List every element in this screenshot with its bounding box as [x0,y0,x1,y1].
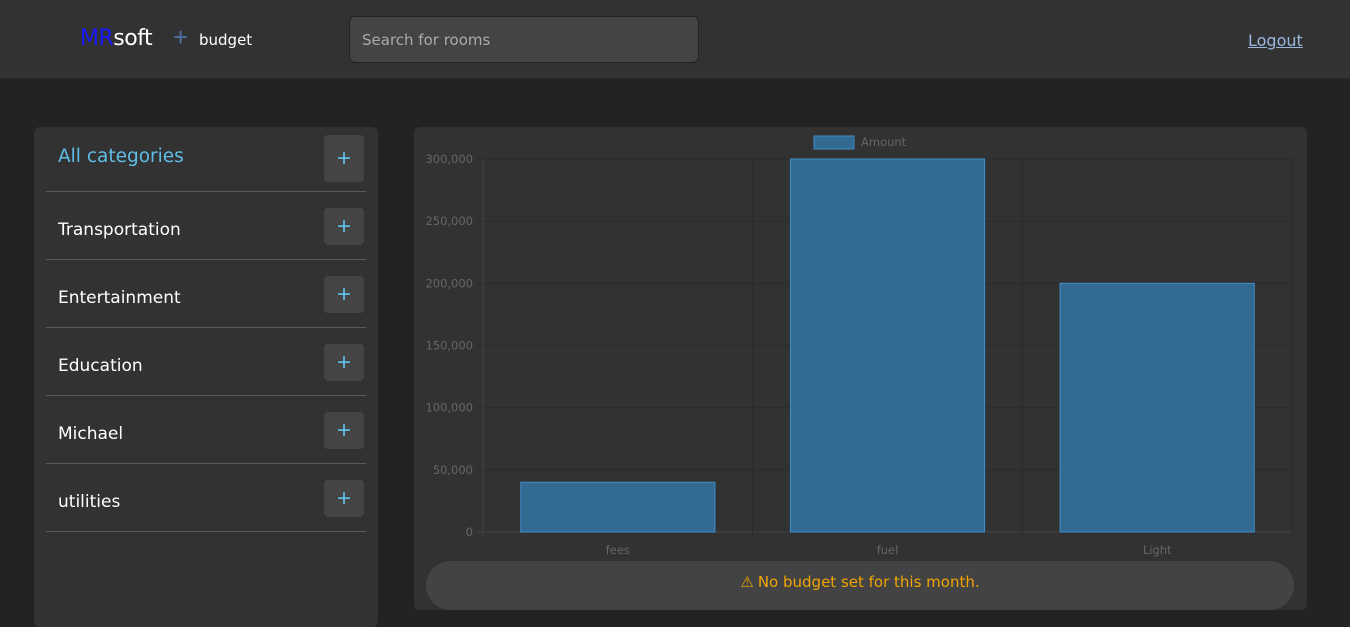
y-tick-label: 0 [466,525,473,539]
y-tick-label: 250,000 [425,214,473,228]
app-name: budget [199,31,253,49]
category-label: utilities [58,492,121,512]
category-label: Michael [58,424,124,444]
category-item-all[interactable]: All categories + [46,127,366,192]
category-label: Entertainment [58,288,181,308]
logo-soft: soft [113,26,153,51]
bar-fuel [789,158,986,533]
budget-notice: ⚠ No budget set for this month. [426,561,1294,610]
warning-icon: ⚠ [740,573,754,591]
category-item-transportation[interactable]: Transportation + [46,192,366,260]
add-expense-button[interactable]: + [324,412,364,449]
bar-fees [520,481,716,533]
category-label: Transportation [58,220,181,240]
bar-chart: 0 50,000 100,000 150,000 200,000 250,000 300,0… [425,135,1293,557]
y-tick-label: 100,000 [425,401,473,415]
y-tick-label: 200,000 [425,276,473,290]
category-item-michael[interactable]: Michael + [46,396,366,464]
top-navbar: MRsoft + budget Logout [0,0,1350,79]
x-tick-label: fees [606,543,630,557]
category-label: All categories [58,146,184,167]
x-tick-label: fuel [877,543,899,557]
bar-light [1059,282,1255,533]
y-tick-label: 50,000 [433,463,473,477]
search-input[interactable] [349,16,699,63]
logout-link[interactable]: Logout [1248,31,1303,50]
category-item-entertainment[interactable]: Entertainment + [46,260,366,328]
x-tick-label: Light [1143,543,1172,557]
logo-mr: MR [80,26,114,51]
plus-icon: + [173,22,189,52]
legend-swatch [813,135,855,150]
add-category-button[interactable]: + [324,135,364,182]
y-tick-label: 300,000 [425,152,473,166]
chart-panel: 0 50,000 100,000 150,000 200,000 250,000 300,0… [414,127,1307,610]
category-sidebar: All categories + Transportation + Entert… [34,127,378,627]
category-item-education[interactable]: Education + [46,328,366,396]
category-item-utilities[interactable]: utilities + [46,464,366,532]
add-expense-button[interactable]: + [324,480,364,517]
notice-text: No budget set for this month. [757,573,980,591]
y-tick-label: 150,000 [425,339,473,353]
legend-label: Amount [861,135,907,149]
add-expense-button[interactable]: + [324,344,364,381]
add-expense-button[interactable]: + [324,208,364,245]
logo[interactable]: MRsoft [80,26,153,51]
category-label: Education [58,356,143,376]
add-expense-button[interactable]: + [324,276,364,313]
